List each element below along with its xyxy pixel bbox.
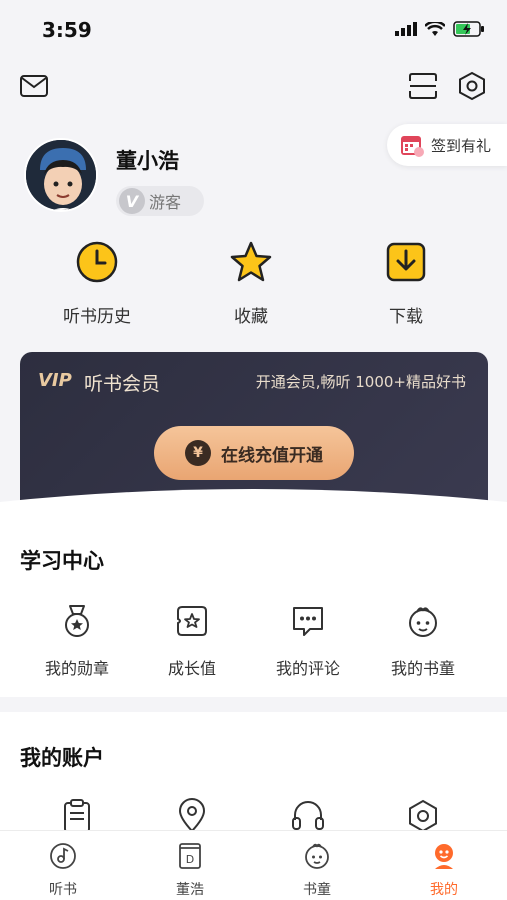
checkin-label: 签到有礼 bbox=[431, 136, 492, 155]
svg-text:D: D bbox=[186, 853, 194, 866]
profile-icon bbox=[435, 844, 453, 869]
account-title: 我的账户 bbox=[20, 746, 104, 770]
curve-divider bbox=[0, 489, 507, 520]
status-time: 3:59 bbox=[42, 18, 92, 42]
my-medals-label: 我的勋章 bbox=[44, 659, 109, 678]
recharge-label: 在线充值开通 bbox=[221, 445, 323, 466]
tab-listen-label: 听书 bbox=[49, 882, 77, 898]
signal-icon bbox=[395, 22, 417, 36]
user-name: 董小浩 bbox=[116, 149, 179, 173]
learning-center-title: 学习中心 bbox=[20, 549, 104, 573]
history-button[interactable]: 听书历史 bbox=[42, 240, 152, 327]
mail-icon[interactable] bbox=[18, 70, 50, 102]
growth-icon bbox=[177, 606, 207, 636]
my-medals-button[interactable]: 我的勋章 bbox=[22, 603, 132, 679]
tab-book-kid-label: 书童 bbox=[303, 882, 331, 898]
my-book-kid-button[interactable]: 我的书童 bbox=[368, 603, 478, 679]
my-comments-label: 我的评论 bbox=[275, 659, 340, 678]
my-book-kid-label: 我的书童 bbox=[390, 659, 455, 678]
yen-icon: ¥ bbox=[185, 440, 211, 466]
comment-icon bbox=[293, 607, 323, 636]
checkin-button[interactable]: 签到有礼 bbox=[387, 124, 507, 166]
medal-icon bbox=[65, 605, 89, 637]
status-icons bbox=[395, 21, 485, 37]
battery-charging-icon bbox=[453, 21, 484, 37]
vip-title: 听书会员 bbox=[84, 373, 161, 395]
clock-icon bbox=[76, 241, 118, 283]
guest-badge[interactable]: V 游客 bbox=[116, 186, 204, 216]
star-icon bbox=[230, 241, 272, 282]
history-label: 听书历史 bbox=[63, 307, 131, 327]
headset-icon bbox=[292, 801, 324, 830]
guest-label: 游客 bbox=[149, 193, 182, 212]
book-kid-icon bbox=[409, 607, 437, 637]
bottom-tab-bar: 听书 D 董浩 书童 我的 bbox=[0, 830, 507, 900]
book-d-icon: D bbox=[179, 843, 201, 869]
recharge-button[interactable]: ¥ 在线充值开通 bbox=[154, 426, 354, 480]
vip-logo: VIP bbox=[38, 370, 72, 391]
music-disc-icon bbox=[50, 843, 76, 869]
growth-value-button[interactable]: 成长值 bbox=[137, 603, 247, 679]
account-section: 我的账户 bbox=[0, 712, 507, 833]
favorites-button[interactable]: 收藏 bbox=[196, 240, 306, 327]
clipboard-icon bbox=[64, 799, 90, 833]
growth-value-label: 成长值 bbox=[167, 659, 216, 678]
tab-donghao-label: 董浩 bbox=[176, 882, 204, 898]
settings-icon bbox=[409, 799, 437, 833]
calendar-gift-icon bbox=[401, 136, 424, 157]
tab-mine[interactable]: 我的 bbox=[404, 841, 484, 899]
my-comments-button[interactable]: 我的评论 bbox=[253, 603, 363, 679]
download-icon bbox=[386, 242, 426, 282]
learning-center-section: 学习中心 我的勋章 成长值 我的评论 我的书童 bbox=[0, 515, 507, 697]
vip-level-icon: V bbox=[119, 188, 145, 214]
vip-subtitle: 开通会员,畅听 1000+精品好书 bbox=[255, 373, 466, 391]
scan-icon[interactable] bbox=[407, 70, 439, 102]
tab-mine-label: 我的 bbox=[430, 882, 458, 898]
wifi-icon bbox=[425, 21, 445, 36]
kid-face-icon bbox=[305, 843, 329, 869]
tab-listen[interactable]: 听书 bbox=[23, 841, 103, 899]
avatar[interactable] bbox=[24, 138, 98, 212]
quick-actions: 听书历史 收藏 下载 bbox=[0, 240, 507, 330]
status-bar: 3:59 bbox=[0, 0, 507, 62]
location-icon bbox=[178, 798, 206, 833]
settings-hex-icon[interactable] bbox=[456, 70, 488, 102]
download-button[interactable]: 下载 bbox=[351, 240, 461, 327]
tab-donghao[interactable]: D 董浩 bbox=[150, 841, 230, 899]
tab-book-kid[interactable]: 书童 bbox=[277, 841, 357, 899]
favorites-label: 收藏 bbox=[234, 307, 268, 327]
download-label: 下载 bbox=[389, 307, 423, 327]
